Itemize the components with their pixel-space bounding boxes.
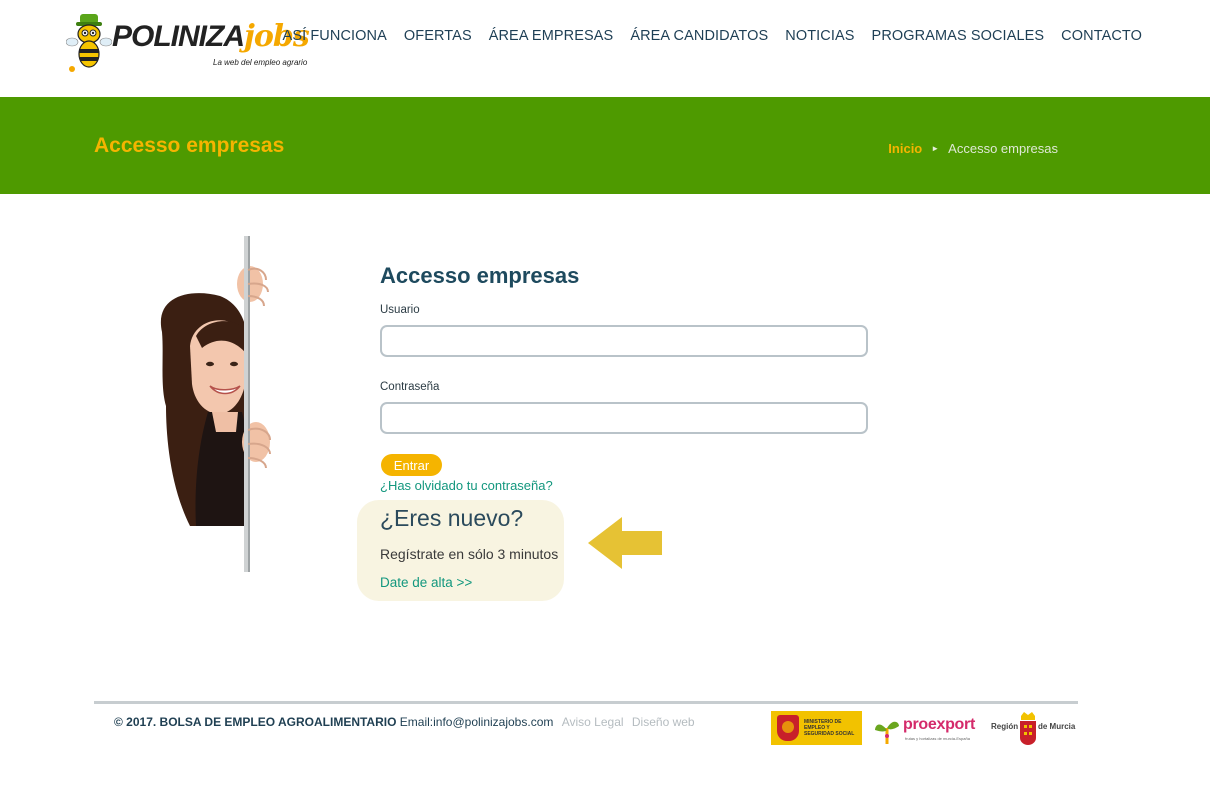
- logo-tagline: La web del empleo agrario: [213, 58, 308, 67]
- register-link[interactable]: Date de alta >>: [380, 575, 472, 590]
- nav-item-ofertas[interactable]: OFERTAS: [404, 28, 472, 44]
- arrow-left-icon: [588, 517, 662, 569]
- password-input[interactable]: [380, 402, 868, 434]
- main-nav: ASÍ FUNCIONA OFERTAS ÁREA EMPRESAS ÁREA …: [283, 28, 1142, 44]
- username-label: Usuario: [380, 304, 420, 316]
- page-banner: Accesso empresas Inicio ► Accesso empres…: [0, 97, 1210, 194]
- ministry-logo-text: MINISTERIO DE EMPLEO Y SEGURIDAD SOCIAL: [804, 719, 855, 737]
- nav-item-contacto[interactable]: CONTACTO: [1061, 28, 1142, 44]
- sprout-icon: [875, 721, 899, 744]
- murcia-de-text: de Murcia: [1038, 722, 1076, 731]
- breadcrumb-home-link[interactable]: Inicio: [888, 141, 922, 156]
- site-header: POLINIZAjobs La web del empleo agrario A…: [0, 0, 1210, 97]
- murcia-region-text: Región: [991, 722, 1019, 731]
- proexport-wordmark: proexport: [903, 716, 975, 733]
- breadcrumb-separator-icon: ►: [931, 144, 940, 153]
- forgot-password-link[interactable]: ¿Has olvidado tu contraseña?: [380, 478, 553, 493]
- web-design-link[interactable]: Diseño web: [632, 715, 695, 729]
- nav-item-area-candidatos[interactable]: ÁREA CANDIDATOS: [630, 28, 768, 44]
- breadcrumb-current: Accesso empresas: [948, 141, 1058, 156]
- legal-notice-link[interactable]: Aviso Legal: [562, 715, 624, 729]
- footer-email[interactable]: Email:info@polinizajobs.com: [400, 715, 554, 729]
- footer-copyright: © 2017. BOLSA DE EMPLEO AGROALIMENTARIO: [114, 715, 397, 729]
- nav-item-noticias[interactable]: NOTICIAS: [785, 28, 854, 44]
- nav-item-asi-funciona[interactable]: ASÍ FUNCIONA: [283, 28, 387, 44]
- woman-peeking-illustration: [160, 236, 271, 572]
- password-label: Contraseña: [380, 381, 440, 393]
- bee-mascot-icon: [66, 14, 112, 72]
- register-subtitle: Regístrate en sólo 3 minutos: [380, 546, 559, 562]
- register-callout: ¿Eres nuevo? Regístrate en sólo 3 minuto…: [357, 500, 564, 601]
- login-form-title: Accesso empresas: [380, 263, 580, 288]
- site-footer: © 2017. BOLSA DE EMPLEO AGROALIMENTARIO …: [114, 715, 695, 729]
- region-murcia-logo[interactable]: Región de Murcia: [991, 710, 1077, 748]
- page-title: Accesso empresas: [94, 134, 285, 157]
- ministry-employment-logo[interactable]: MINISTERIO DE EMPLEO Y SEGURIDAD SOCIAL: [771, 711, 862, 745]
- login-submit-button[interactable]: Entrar: [381, 454, 442, 476]
- nav-item-programas-sociales[interactable]: PROGRAMAS SOCIALES: [872, 28, 1045, 44]
- nav-item-area-empresas[interactable]: ÁREA EMPRESAS: [489, 28, 614, 44]
- logo-wordmark: POLINIZAjobs: [112, 19, 310, 54]
- footer-divider: [94, 701, 1078, 704]
- murcia-crest-icon: [1020, 712, 1036, 745]
- register-title: ¿Eres nuevo?: [380, 505, 524, 531]
- username-input[interactable]: [380, 325, 868, 357]
- polinizajobs-logo[interactable]: POLINIZAjobs La web del empleo agrario: [66, 12, 310, 74]
- breadcrumb: Inicio ► Accesso empresas: [888, 141, 1058, 156]
- proexport-tagline: frutas y hortalizas de murcia-España: [905, 736, 970, 741]
- proexport-logo[interactable]: proexport frutas y hortalizas de murcia-…: [873, 714, 981, 746]
- spain-shield-icon: [777, 715, 799, 741]
